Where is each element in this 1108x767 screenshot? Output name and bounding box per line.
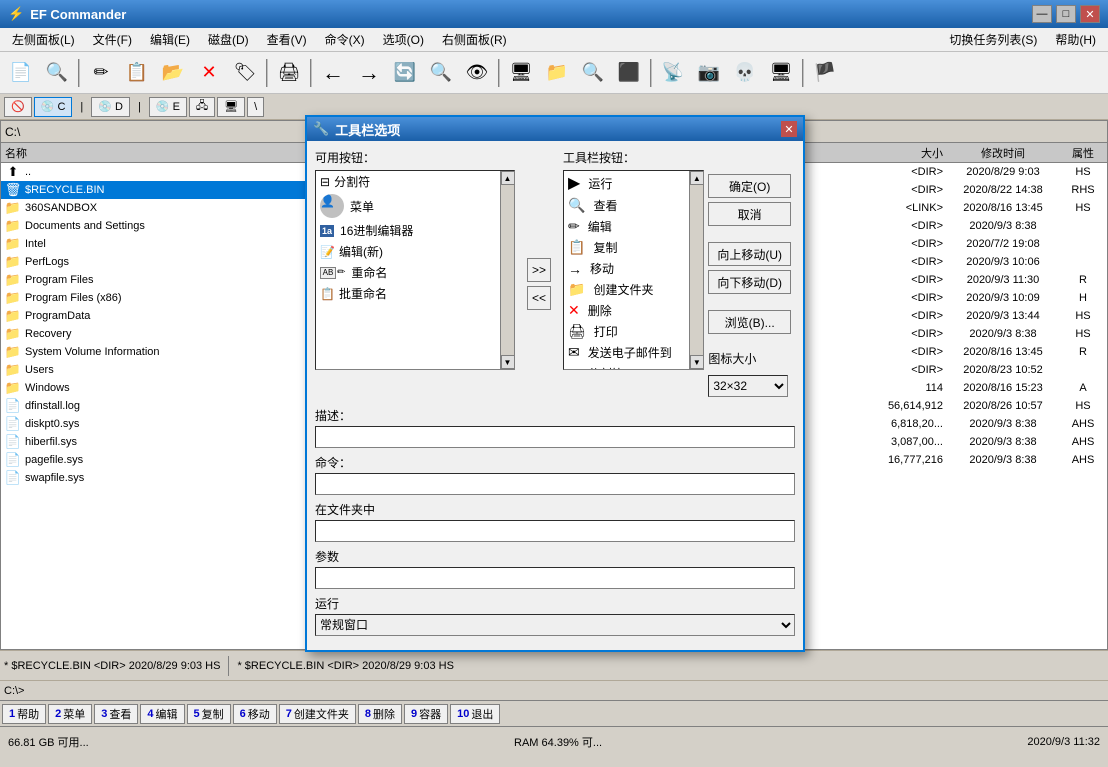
edit-icon: ✏ [568,218,580,235]
available-item-separator[interactable]: ⊟ 分割符 [316,171,514,192]
tb-list-mkdir[interactable]: 📁 创建文件夹 [564,279,703,300]
run-select[interactable]: 常规窗口 [315,614,795,636]
tb-list-separator[interactable]: ⊟ 分割符 [564,363,703,370]
dialog-form: 描述： 命令： 在文件夹中 参数 [315,407,795,642]
icon-size-label: 图标大小 [708,350,791,367]
print-icon: 🖨 [568,323,586,340]
dialog-close-button[interactable]: ✕ [781,121,797,137]
tb-list-edit[interactable]: ✏ 编辑 [564,216,703,237]
folder-input[interactable] [315,520,795,542]
btn-spacer2 [708,298,791,306]
dialog-two-col: 可用按钮： ⊟ 分割符 👤 菜单 1a 16进制编辑器 [315,149,795,401]
tb-scroll-down[interactable]: ▼ [690,355,704,369]
available-item-edit-new[interactable]: 📝 编辑(新) [316,241,514,262]
dialog-side-buttons: 确定(O) 取消 向上移动(U) 向下移动(D) 浏览(B)... 图标大小 3… [704,170,795,401]
dialog-titlebar: 🔧 工具栏选项 ✕ [307,117,803,141]
sep-icon: ⊟ [568,365,580,370]
cmd-row: 命令： [315,454,795,495]
toolbar-scrollbar[interactable]: ▲ ▼ [689,171,703,369]
dialog-left-col: 可用按钮： ⊟ 分割符 👤 菜单 1a 16进制编辑器 [315,149,515,401]
delete-icon: ✕ [568,302,580,319]
cmd-input[interactable] [315,473,795,495]
toolbar-listbox[interactable]: ▶ 运行 🔍 查看 ✏ 编辑 [563,170,704,370]
dialog-title-icon: 🔧 [313,121,329,137]
tb-list-run[interactable]: ▶ 运行 [564,171,703,195]
dialog-title-text: 工具栏选项 [335,120,400,139]
ok-button[interactable]: 确定(O) [708,174,791,198]
params-label: 参数 [315,548,795,565]
toolbar-listbox-area: ▶ 运行 🔍 查看 ✏ 编辑 [563,170,795,401]
move-up-button[interactable]: 向上移动(U) [708,242,791,266]
folder-label: 在文件夹中 [315,501,795,518]
remove-from-toolbar-btn[interactable]: << [527,286,551,310]
dialog-body: 可用按钮： ⊟ 分割符 👤 菜单 1a 16进制编辑器 [307,141,803,650]
menu-avatar-icon: 👤 [320,194,344,218]
params-input[interactable] [315,567,795,589]
icon-size-select[interactable]: 32×32 16×16 [708,375,788,397]
tb-list-move[interactable]: → 移动 [564,258,703,279]
dialog-title-left: 🔧 工具栏选项 [313,120,400,139]
available-item-hex[interactable]: 1a 16进制编辑器 [316,220,514,241]
available-item-menu[interactable]: 👤 菜单 [316,192,514,220]
btn-spacer [708,230,791,238]
params-row: 参数 [315,548,795,589]
available-item-rename[interactable]: AB ✏ 重命名 [316,262,514,283]
edit-new-icon: 📝 [320,245,335,259]
move-icon: → [568,261,582,277]
desc-input[interactable] [315,426,795,448]
folder-row: 在文件夹中 [315,501,795,542]
tb-scroll-track [690,185,703,355]
available-label: 可用按钮： [315,149,515,166]
dialog-overlay: 🔧 工具栏选项 ✕ 可用按钮： ⊟ 分割符 [0,0,1108,767]
scroll-track [501,185,514,355]
dialog-form-left: 描述： 命令： 在文件夹中 参数 [315,407,795,642]
toolbar-options-dialog: 🔧 工具栏选项 ✕ 可用按钮： ⊟ 分割符 [305,115,805,652]
tb-list-view[interactable]: 🔍 查看 [564,195,703,216]
desc-label: 描述： [315,407,795,424]
email-icon: ✉ [568,344,580,361]
run-label: 运行 [315,595,795,612]
hex-editor-icon: 1a [320,225,334,237]
dialog-arrows: >> << [523,167,555,401]
scroll-down-btn[interactable]: ▼ [501,355,515,369]
dialog-right-col: 工具栏按钮： ▶ 运行 🔍 查看 [563,149,795,401]
cmd-label: 命令： [315,454,795,471]
available-scrollbar[interactable]: ▲ ▼ [500,171,514,369]
scroll-up-btn[interactable]: ▲ [501,171,515,185]
tb-scroll-up[interactable]: ▲ [690,171,704,185]
move-down-button[interactable]: 向下移动(D) [708,270,791,294]
add-to-toolbar-btn[interactable]: >> [527,258,551,282]
desc-row: 描述： [315,407,795,448]
btn-spacer3 [708,338,791,346]
available-item-batch-rename[interactable]: 📋 批重命名 [316,283,514,304]
run-row: 运行 常规窗口 [315,595,795,636]
tb-list-email[interactable]: ✉ 发送电子邮件到 [564,342,703,363]
copy-icon: 📋 [568,239,585,256]
toolbar-label: 工具栏按钮： [563,149,795,166]
mkdir-icon: 📁 [568,281,585,298]
rename-icon: AB ✏ [320,267,345,279]
tb-list-print[interactable]: 🖨 打印 [564,321,703,342]
available-listbox[interactable]: ⊟ 分割符 👤 菜单 1a 16进制编辑器 📝 [315,170,515,370]
cancel-button[interactable]: 取消 [708,202,791,226]
tb-list-copy[interactable]: 📋 复制 [564,237,703,258]
separator-icon: ⊟ [320,175,330,189]
tb-list-delete[interactable]: ✕ 删除 [564,300,703,321]
run-icon: ▶ [568,173,580,193]
batch-rename-icon: 📋 [320,287,335,301]
view-icon: 🔍 [568,197,585,214]
browse-button[interactable]: 浏览(B)... [708,310,791,334]
